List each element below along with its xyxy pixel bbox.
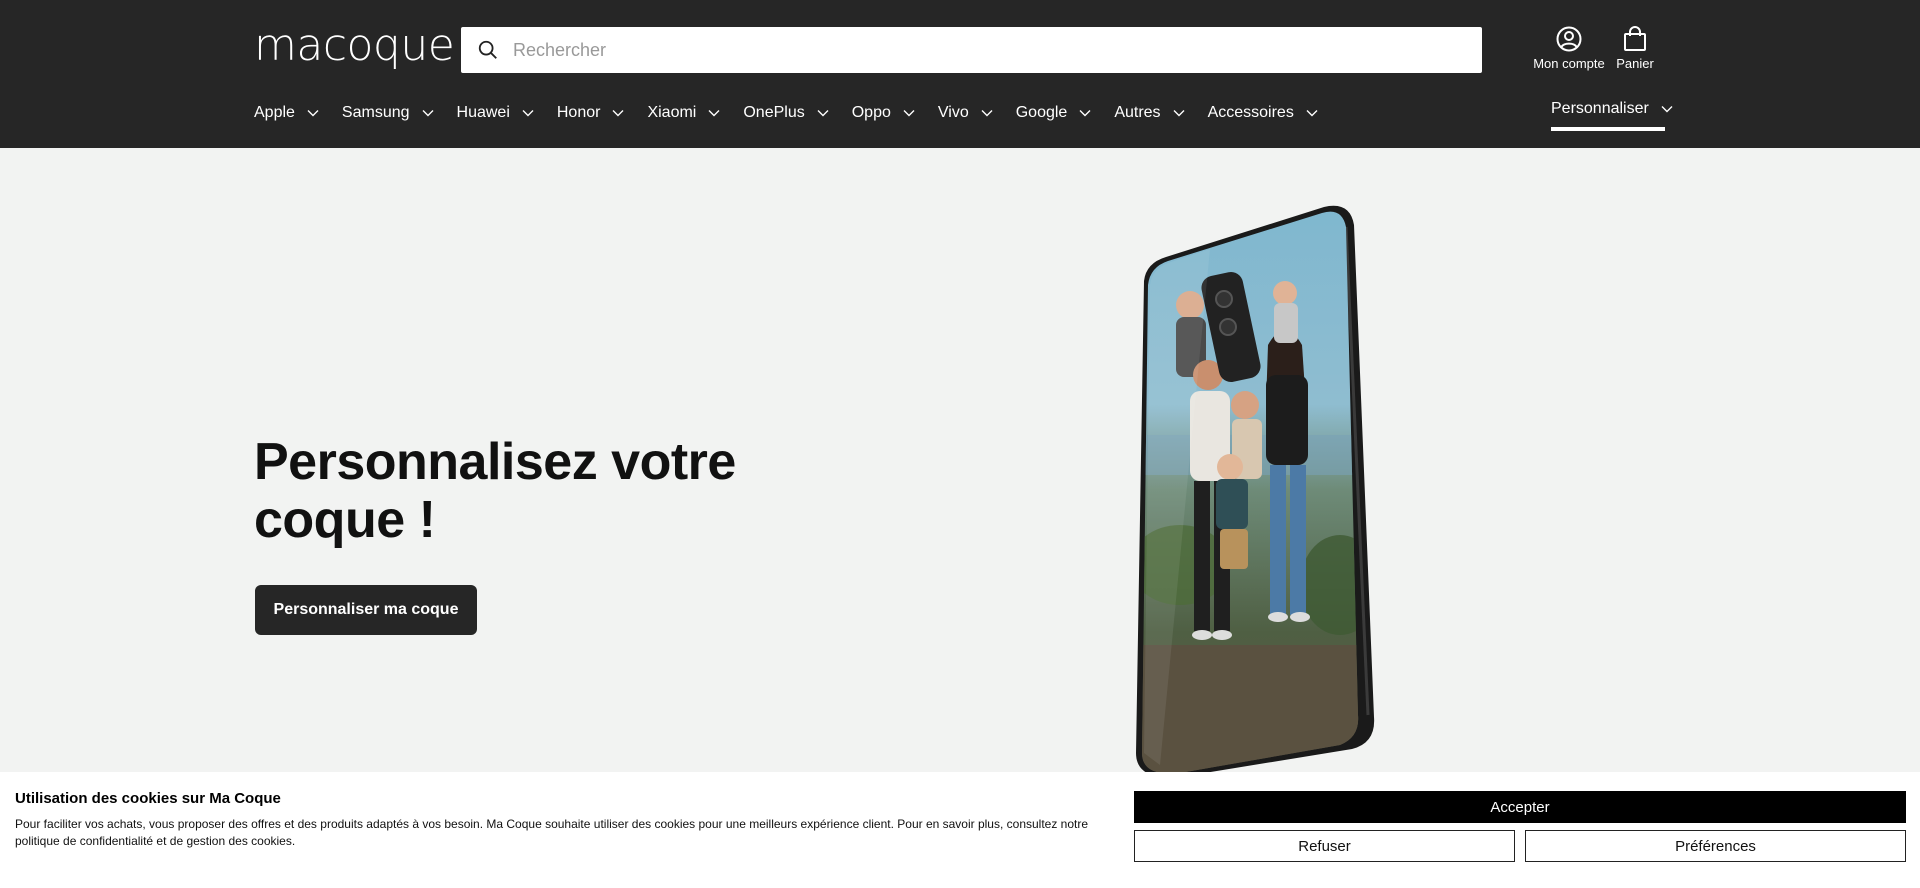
accept-cookies-button[interactable]: Accepter	[1134, 791, 1906, 823]
chevron-down-icon	[817, 110, 829, 117]
nav-item-oppo[interactable]: Oppo	[852, 104, 915, 122]
cookie-text: Pour faciliter vos achats, vous proposer…	[15, 817, 1089, 848]
chevron-down-icon	[1661, 106, 1673, 113]
chevron-down-icon	[1079, 110, 1091, 117]
nav-item-huawei[interactable]: Huawei	[457, 104, 534, 122]
nav-item-accessoires[interactable]: Accessoires	[1208, 104, 1318, 122]
hero-title: Personnalisez votre coque !	[254, 433, 736, 549]
nav-item-google[interactable]: Google	[1016, 104, 1092, 122]
nav-item-honor[interactable]: Honor	[557, 104, 625, 122]
account-label: Mon compte	[1533, 56, 1605, 71]
nav-item-apple[interactable]: Apple	[254, 104, 319, 122]
chevron-down-icon	[422, 110, 434, 117]
chevron-down-icon	[522, 110, 534, 117]
search-input[interactable]	[513, 39, 1413, 61]
cookie-banner: Utilisation des cookies sur Ma Coque Pou…	[0, 772, 1920, 888]
search-icon	[478, 40, 497, 59]
chevron-down-icon	[708, 110, 720, 117]
nav-item-autres[interactable]: Autres	[1114, 104, 1185, 122]
site-header: macoque Mon compte Panier Apple Samsung …	[0, 0, 1920, 148]
nav-item-oneplus[interactable]: OnePlus	[743, 104, 829, 122]
cookie-title: Utilisation des cookies sur Ma Coque	[15, 790, 281, 807]
nav-item-personnaliser[interactable]: Personnaliser	[1551, 100, 1673, 118]
cart-label: Panier	[1616, 56, 1654, 71]
refuse-cookies-button[interactable]: Refuser	[1134, 830, 1515, 862]
chevron-down-icon	[903, 110, 915, 117]
nav-item-xiaomi[interactable]: Xiaomi	[647, 104, 720, 122]
account-button[interactable]: Mon compte	[1509, 26, 1629, 71]
chevron-down-icon	[307, 110, 319, 117]
shopping-bag-icon	[1624, 26, 1646, 51]
logo[interactable]: macoque	[254, 20, 455, 72]
chevron-down-icon	[612, 110, 624, 117]
cart-button[interactable]: Panier	[1612, 26, 1658, 71]
account-icon	[1556, 26, 1582, 52]
nav-item-vivo[interactable]: Vivo	[938, 104, 993, 122]
active-nav-underline	[1551, 127, 1665, 131]
chevron-down-icon	[1173, 110, 1185, 117]
customize-case-button[interactable]: Personnaliser ma coque	[255, 585, 477, 635]
search-bar[interactable]	[461, 27, 1482, 73]
phone-case-image	[1120, 205, 1400, 778]
chevron-down-icon	[981, 110, 993, 117]
phone-illustration	[1136, 205, 1375, 778]
main-nav: Apple Samsung Huawei Honor Xiaomi OnePlu…	[254, 100, 1341, 126]
chevron-down-icon	[1306, 110, 1318, 117]
cookie-preferences-button[interactable]: Préférences	[1525, 830, 1906, 862]
nav-item-samsung[interactable]: Samsung	[342, 104, 434, 122]
